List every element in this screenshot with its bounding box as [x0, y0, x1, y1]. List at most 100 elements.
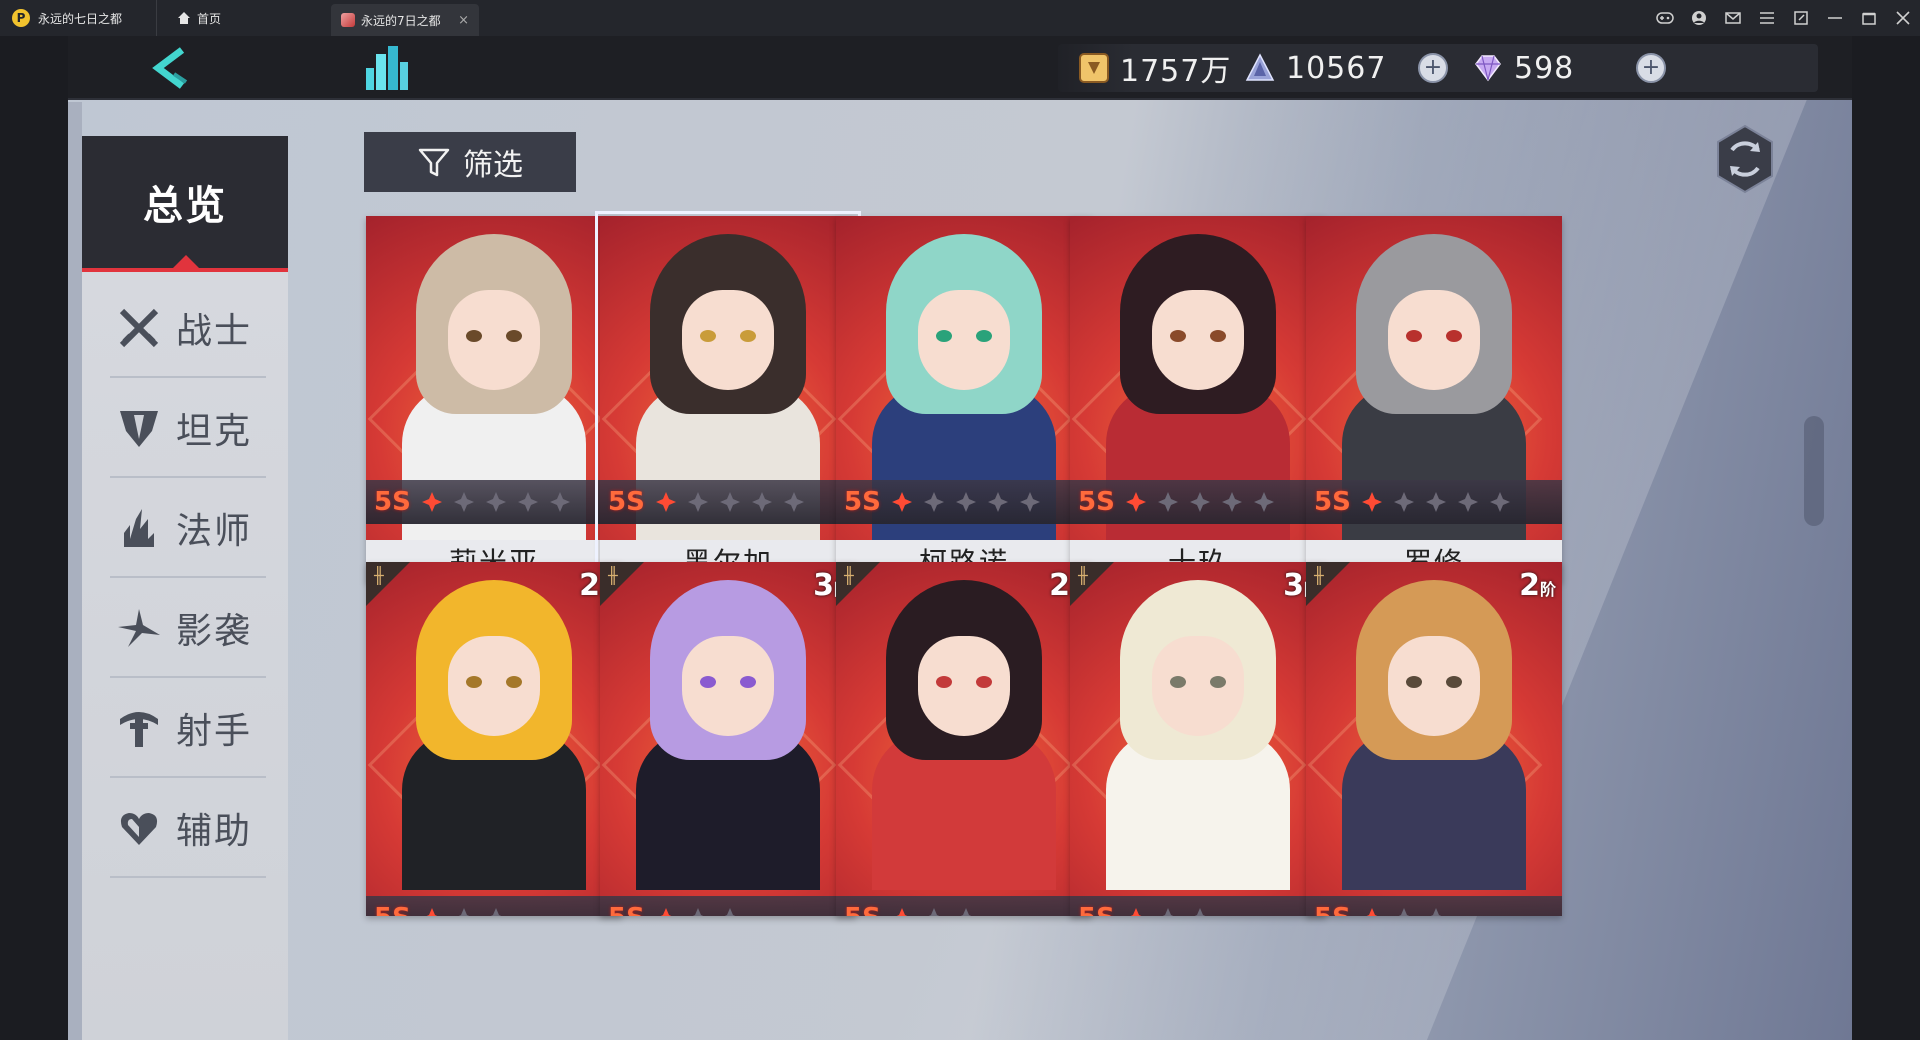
star-icon	[692, 908, 704, 916]
heart-icon	[120, 813, 158, 845]
sidebar-item-overview[interactable]: 总览	[82, 136, 288, 272]
close-window-icon[interactable]	[1886, 0, 1920, 36]
star-icon	[1019, 492, 1040, 512]
window-controls	[1648, 0, 1920, 36]
city-button[interactable]	[360, 42, 412, 94]
star-icon	[453, 492, 474, 512]
user-avatar-icon[interactable]	[1682, 0, 1716, 36]
rank-bar: 5S	[600, 480, 856, 524]
hero-card[interactable]: 5S莉米亚	[366, 216, 622, 582]
sidebar-item-archer[interactable]: 射手	[110, 680, 266, 778]
shield-icon	[120, 411, 158, 447]
hero-card[interactable]: 2阶 5S	[1306, 562, 1562, 916]
tier-badge: 2阶	[1519, 568, 1556, 603]
character-portrait	[1336, 580, 1532, 890]
app-title: 永远的七日之都	[38, 11, 123, 26]
hero-card[interactable]: 2阶5S	[836, 562, 1092, 916]
character-portrait	[396, 580, 592, 890]
sidebar-item-warrior[interactable]: 战士	[110, 280, 266, 378]
rank-bar: 5S	[1306, 480, 1562, 524]
minimize-icon[interactable]	[1818, 0, 1852, 36]
star-icon	[891, 492, 912, 512]
star-icon	[987, 492, 1008, 512]
mail-icon[interactable]	[1716, 0, 1750, 36]
character-portrait	[866, 580, 1062, 890]
star-icon	[955, 492, 976, 512]
rank-bar: 5S	[600, 896, 856, 916]
sidebar-edge	[68, 102, 82, 1040]
sidebar-item-mage[interactable]: 法师	[110, 480, 266, 578]
crystal-currency: 10567	[1244, 44, 1386, 92]
sidebar-item-assassin[interactable]: 影袭	[110, 580, 266, 678]
star-icon	[783, 492, 804, 512]
gamepad-icon[interactable]	[1648, 0, 1682, 36]
star-icon	[1425, 492, 1446, 512]
menu-icon[interactable]	[1750, 0, 1784, 36]
star-icon	[687, 492, 708, 512]
active-indicator	[172, 255, 200, 269]
star-icon	[1157, 492, 1178, 512]
character-portrait	[1100, 580, 1296, 890]
filter-button[interactable]: 筛选	[364, 132, 576, 192]
hero-card[interactable]: 2阶5S	[366, 562, 622, 916]
diamond-icon	[1475, 55, 1501, 82]
flame-icon	[124, 509, 154, 547]
hero-card[interactable]: 5S罗修	[1306, 216, 1562, 582]
star-icon	[490, 908, 502, 916]
maximize-icon[interactable]	[1852, 0, 1886, 36]
tab-home[interactable]: 首页	[156, 0, 241, 36]
browser-titlebar: P 永远的七日之都 首页 永远的7日之都 ×	[0, 0, 1920, 36]
refresh-button[interactable]	[1710, 124, 1780, 194]
star-icon	[1457, 492, 1478, 512]
star-icon	[485, 492, 506, 512]
rank-badge-partial: 5S	[1314, 903, 1351, 916]
hero-card[interactable]: 5S黑尔加	[595, 211, 861, 587]
star-icon	[1398, 908, 1410, 916]
star-icon	[421, 492, 442, 512]
hero-card[interactable]: 5S柯路诺	[836, 216, 1092, 582]
rank-bar: 5S	[366, 896, 622, 916]
sidebar-item-label: 影袭	[176, 611, 253, 652]
sidebar-item-label: 战士	[176, 311, 253, 352]
sidebar-item-tank[interactable]: 坦克	[110, 380, 266, 478]
crossbow-icon	[120, 712, 158, 747]
star-icon	[1125, 492, 1146, 512]
scrollbar-thumb[interactable]	[1804, 416, 1824, 526]
pin-window-icon[interactable]	[1784, 0, 1818, 36]
hero-card[interactable]: 5S十玖	[1070, 216, 1326, 582]
rank-bar: 5S	[836, 480, 1092, 524]
star-icon	[517, 492, 538, 512]
sidebar-item-support[interactable]: 辅助	[110, 780, 266, 878]
filter-label: 筛选	[463, 148, 523, 183]
category-sidebar: 总览 战士 坦克 法师 影袭 射手 辅助	[82, 136, 288, 1040]
crystal-amount: 10567	[1286, 50, 1387, 86]
star-icon	[1430, 908, 1442, 916]
gold-currency: 1757万	[1078, 44, 1231, 92]
back-button[interactable]	[146, 44, 198, 92]
rank-badge: 5S	[608, 487, 645, 517]
hero-card[interactable]: 3阶5S	[1070, 562, 1326, 916]
tab-close-icon[interactable]: ×	[458, 13, 469, 28]
star-icon	[1189, 492, 1210, 512]
tab-game[interactable]: 永远的7日之都 ×	[331, 4, 480, 36]
star-icon	[751, 492, 772, 512]
home-icon	[178, 12, 191, 24]
star-icon	[655, 492, 676, 512]
diamond-currency: 598	[1472, 44, 1574, 92]
star-icon	[719, 492, 740, 512]
sidebar-item-label: 射手	[176, 711, 253, 752]
sidebar-item-label: 法师	[176, 511, 253, 552]
currency-panel: 1757万 10567 + 598 +	[1058, 44, 1818, 92]
gold-amount: 1757万	[1120, 54, 1232, 89]
star-icon	[1162, 908, 1174, 916]
star-icon	[1253, 492, 1274, 512]
tab-game-label: 永远的7日之都	[361, 13, 441, 28]
diamond-add-button[interactable]: +	[1636, 53, 1666, 83]
rank-bar: 5S	[1070, 896, 1326, 916]
crystal-add-button[interactable]: +	[1418, 53, 1448, 83]
star-icon	[724, 908, 736, 916]
star-icon	[1393, 492, 1414, 512]
star-icon	[896, 908, 908, 916]
back-arrow-icon	[152, 47, 188, 89]
hero-card[interactable]: 3阶5S	[600, 562, 856, 916]
